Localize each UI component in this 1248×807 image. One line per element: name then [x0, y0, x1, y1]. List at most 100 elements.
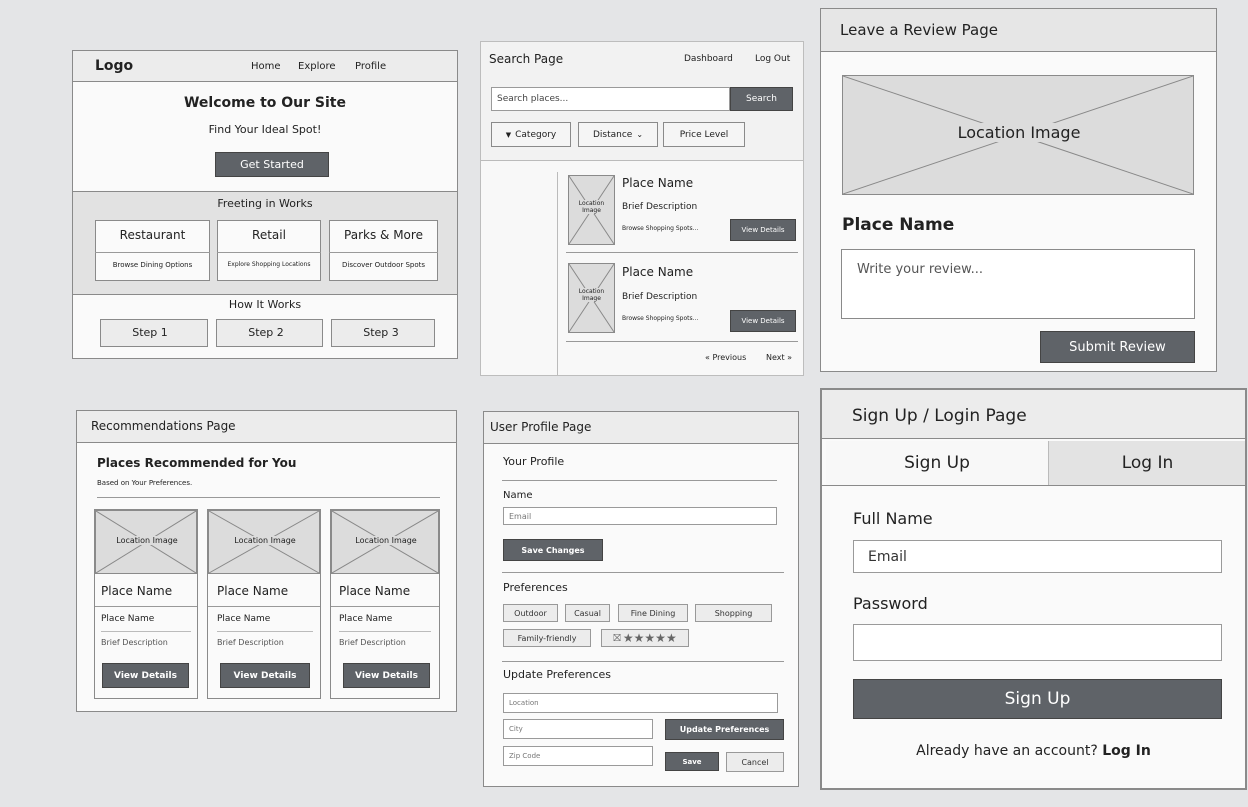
result-place-name: Place Name [622, 176, 694, 190]
location-image-placeholder: Location Image [842, 75, 1194, 195]
review-place-name: Place Name [842, 215, 955, 235]
how-it-works-title: How It Works [228, 298, 302, 311]
category-desc: Discover Outdoor Spots [341, 261, 426, 269]
search-button[interactable]: Search [730, 87, 793, 111]
location-image-placeholder: Location Image [208, 510, 320, 574]
clear-rating-icon: ⛝ [613, 632, 621, 644]
tag-casual[interactable]: Casual [565, 604, 610, 622]
filter-label: Distance [592, 129, 633, 140]
save-changes-button[interactable]: Save Changes [503, 539, 603, 561]
card-place-name: Place Name [101, 614, 155, 624]
nav-dashboard-link[interactable]: Dashboard [684, 54, 733, 64]
distance-filter-dropdown[interactable]: Distance ⌄ [578, 122, 658, 147]
update-preferences-button[interactable]: Update Preferences [665, 719, 784, 740]
review-textarea[interactable] [841, 249, 1195, 319]
next-page-link[interactable]: Next » [766, 353, 792, 362]
view-details-button[interactable]: View Details [102, 663, 189, 688]
review-page-title: Leave a Review Page [840, 21, 998, 39]
view-details-button[interactable]: View Details [730, 310, 796, 332]
recommendations-page-wireframe: Recommendations Page Places Recommended … [76, 410, 457, 712]
featured-title: Freeting in Works [217, 197, 313, 210]
chevron-down-icon: ⌄ [636, 130, 644, 139]
result-place-name: Place Name [622, 265, 694, 279]
card-title: Place Name [217, 584, 289, 598]
search-page-wireframe: Search Page Dashboard Log Out Search pla… [480, 41, 804, 376]
rating-stars[interactable]: ⛝ ★★★★★ [601, 629, 689, 647]
card-title: Place Name [101, 584, 173, 598]
step-label: Step 1 [132, 326, 168, 339]
user-profile-page-wireframe: User Profile Page Your Profile Name Emai… [483, 411, 799, 787]
login-prompt-text: Already have an account? [916, 743, 1098, 759]
image-label: Location Image [224, 536, 306, 545]
tag-family-friendly[interactable]: Family-friendly [503, 629, 591, 647]
location-image-placeholder: Location Image [568, 263, 615, 333]
profile-page-title: User Profile Page [490, 420, 592, 434]
previous-page-link[interactable]: « Previous [705, 353, 746, 362]
view-details-button[interactable]: View Details [730, 219, 796, 241]
tag-fine-dining[interactable]: Fine Dining [618, 604, 688, 622]
nav-explore-link[interactable]: Explore [298, 61, 336, 72]
email-field[interactable]: Email [853, 540, 1222, 573]
login-prompt: Already have an account? Log In [822, 743, 1245, 759]
image-label: Location Image [106, 536, 188, 545]
your-profile-heading: Your Profile [503, 455, 565, 468]
step-label: Step 2 [248, 326, 284, 339]
cancel-button[interactable]: Cancel [726, 752, 784, 772]
sign-up-button[interactable]: Sign Up [853, 679, 1222, 719]
nav-profile-link[interactable]: Profile [355, 61, 386, 72]
search-input[interactable]: Search places... [491, 87, 730, 111]
logo[interactable]: Logo [95, 58, 133, 74]
save-button[interactable]: Save [665, 752, 719, 771]
card-description: Brief Description [101, 638, 168, 647]
signup-login-page-wireframe: Sign Up / Login Page Sign Up Log In Full… [820, 388, 1247, 790]
zip-code-field[interactable]: Zip Code [503, 746, 653, 766]
get-started-button[interactable]: Get Started [215, 152, 329, 177]
view-details-button[interactable]: View Details [220, 663, 310, 688]
card-place-name: Place Name [339, 614, 393, 624]
submit-review-button[interactable]: Submit Review [1040, 331, 1195, 363]
card-place-name: Place Name [217, 614, 271, 624]
signup-page-title: Sign Up / Login Page [852, 406, 1027, 426]
name-label: Name [503, 490, 533, 501]
category-desc: Explore Shopping Locations [227, 261, 311, 268]
card-description: Brief Description [339, 638, 406, 647]
card-title: Place Name [339, 584, 411, 598]
result-subtext: Browse Shopping Spots... [622, 315, 699, 322]
city-field[interactable]: City [503, 719, 653, 739]
home-page-wireframe: Logo Home Explore Profile Welcome to Our… [72, 50, 458, 359]
hero-subtitle: Find Your Ideal Spot! [208, 123, 322, 136]
password-label: Password [853, 594, 928, 613]
image-label: Location Image [933, 123, 1105, 142]
image-label: Location Image [569, 288, 614, 302]
location-image-placeholder: Location Image [568, 175, 615, 245]
recommendations-subheading: Based on Your Preferences. [97, 479, 193, 487]
price-level-filter-dropdown[interactable]: Price Level [663, 122, 745, 147]
search-page-title: Search Page [489, 52, 564, 66]
nav-home-link[interactable]: Home [251, 61, 281, 72]
login-link[interactable]: Log In [1102, 743, 1151, 759]
tab-signup-label: Sign Up [904, 453, 970, 473]
review-placeholder: Write your review... [857, 262, 984, 277]
image-label: Location Image [345, 536, 427, 545]
tag-shopping[interactable]: Shopping [695, 604, 772, 622]
update-preferences-label: Update Preferences [503, 668, 612, 681]
category-filter-dropdown[interactable]: ▼ Category [491, 122, 571, 147]
tag-outdoor[interactable]: Outdoor [503, 604, 558, 622]
review-page-wireframe: Leave a Review Page Location Image Place… [820, 8, 1217, 372]
caret-down-icon: ▼ [505, 130, 512, 139]
location-image-placeholder: Location Image [331, 510, 439, 574]
image-label: Location Image [569, 200, 614, 214]
recommendations-page-title: Recommendations Page [91, 419, 236, 433]
result-subtext: Browse Shopping Spots... [622, 225, 699, 232]
preferences-label: Preferences [503, 581, 568, 594]
password-field[interactable] [853, 624, 1222, 661]
view-details-button[interactable]: View Details [343, 663, 430, 688]
category-title: Retail [252, 228, 286, 242]
chevron-right-icon: » [784, 353, 793, 362]
tab-login-label: Log In [1121, 453, 1174, 473]
nav-logout-link[interactable]: Log Out [755, 54, 790, 64]
location-field[interactable]: Location [503, 693, 778, 713]
email-field[interactable]: Email [503, 507, 777, 525]
filter-label: Price Level [679, 129, 729, 140]
hero-title: Welcome to Our Site [183, 95, 346, 111]
